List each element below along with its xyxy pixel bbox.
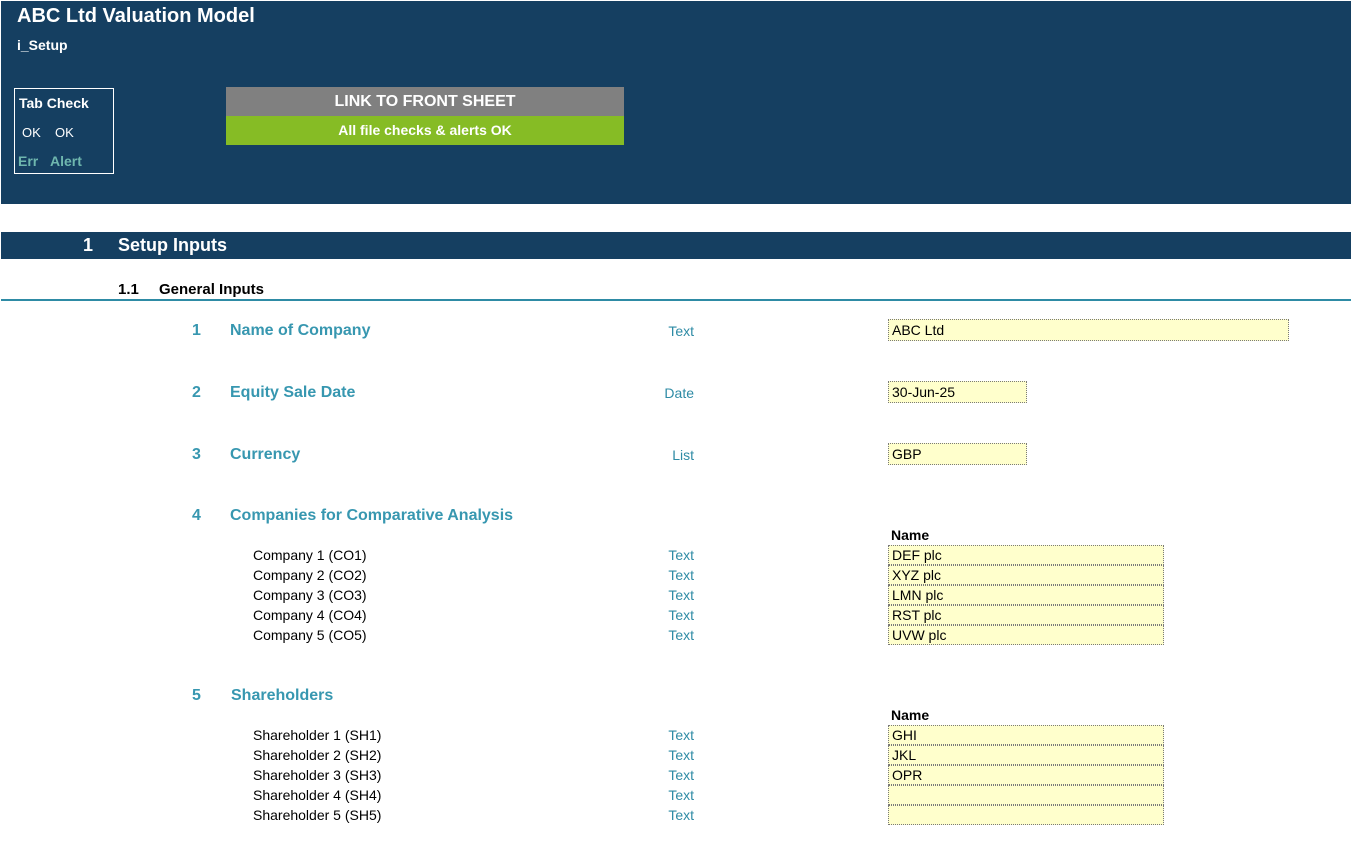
company-row-type: Text — [668, 587, 694, 603]
shareholder-row-label: Shareholder 4 (SH4) — [253, 787, 382, 803]
shareholder-row-label: Shareholder 5 (SH5) — [253, 807, 382, 823]
company-row-type: Text — [668, 607, 694, 623]
item-type: Date — [664, 385, 694, 401]
company-name-cell[interactable]: RST plc — [888, 605, 1164, 625]
tab-check-box: Tab Check OK OK Err Alert — [14, 88, 114, 174]
err-status: OK — [22, 125, 41, 140]
company-name-cell[interactable]: XYZ plc — [888, 565, 1164, 585]
file-checks-status: All file checks & alerts OK — [226, 116, 624, 145]
item-number: 1 — [192, 322, 201, 339]
item-type: Text — [668, 323, 694, 339]
shareholder-row-label: Shareholder 2 (SH2) — [253, 747, 382, 763]
section-number: 1 — [83, 235, 94, 255]
shareholder-row-type: Text — [668, 747, 694, 763]
company-row-label: Company 3 (CO3) — [253, 587, 367, 603]
shareholder-row-type: Text — [668, 727, 694, 743]
company-row-label: Company 5 (CO5) — [253, 627, 367, 643]
shareholder-name-cell[interactable]: OPR — [888, 765, 1164, 785]
item-label-shareholders: Shareholders — [231, 687, 334, 704]
subsection-divider — [1, 299, 1351, 301]
err-label: Err — [18, 153, 39, 169]
tab-check-title: Tab Check — [19, 95, 89, 111]
item-label-company-name: Name of Company — [230, 322, 371, 339]
column-header-name: Name — [891, 707, 930, 723]
item-type: List — [672, 447, 694, 463]
shareholder-name-cell[interactable] — [888, 785, 1164, 805]
company-row-label: Company 4 (CO4) — [253, 607, 367, 623]
company-row-type: Text — [668, 627, 694, 643]
subsection-number: 1.1 — [118, 281, 139, 298]
item-label-currency: Currency — [230, 446, 301, 463]
link-to-front-sheet-button[interactable]: LINK TO FRONT SHEET — [226, 87, 624, 116]
shareholder-name-cell[interactable]: GHI — [888, 725, 1164, 745]
currency-select[interactable]: GBP — [888, 443, 1027, 465]
section-header: 1 Setup Inputs — [1, 232, 1351, 259]
shareholder-row-type: Text — [668, 807, 694, 823]
company-name-input[interactable]: ABC Ltd — [888, 319, 1289, 341]
company-row-label: Company 2 (CO2) — [253, 567, 367, 583]
shareholder-row-type: Text — [668, 787, 694, 803]
company-row-type: Text — [668, 547, 694, 563]
section-title: Setup Inputs — [118, 235, 227, 255]
shareholder-row-label: Shareholder 1 (SH1) — [253, 727, 382, 743]
model-title: ABC Ltd Valuation Model — [17, 5, 255, 27]
item-label-equity-sale-date: Equity Sale Date — [230, 384, 356, 401]
shareholder-row-label: Shareholder 3 (SH3) — [253, 767, 382, 783]
shareholder-row-type: Text — [668, 767, 694, 783]
company-row-type: Text — [668, 567, 694, 583]
shareholder-name-cell[interactable] — [888, 805, 1164, 825]
column-header-name: Name — [891, 527, 930, 543]
item-label-companies: Companies for Comparative Analysis — [230, 507, 514, 524]
alert-label: Alert — [50, 153, 82, 169]
sheet-header: ABC Ltd Valuation Model i_Setup Tab Chec… — [1, 1, 1351, 204]
item-number: 5 — [192, 687, 201, 704]
alert-status: OK — [55, 125, 74, 140]
company-row-label: Company 1 (CO1) — [253, 547, 367, 563]
company-name-cell[interactable]: LMN plc — [888, 585, 1164, 605]
item-number: 4 — [192, 507, 201, 524]
item-number: 2 — [192, 384, 201, 401]
sheet-name: i_Setup — [17, 37, 68, 53]
equity-sale-date-input[interactable]: 30-Jun-25 — [888, 381, 1027, 403]
company-name-cell[interactable]: DEF plc — [888, 545, 1164, 565]
item-number: 3 — [192, 446, 201, 463]
subsection-title: General Inputs — [159, 281, 265, 298]
shareholder-name-cell[interactable]: JKL — [888, 745, 1164, 765]
company-name-cell[interactable]: UVW plc — [888, 625, 1164, 645]
